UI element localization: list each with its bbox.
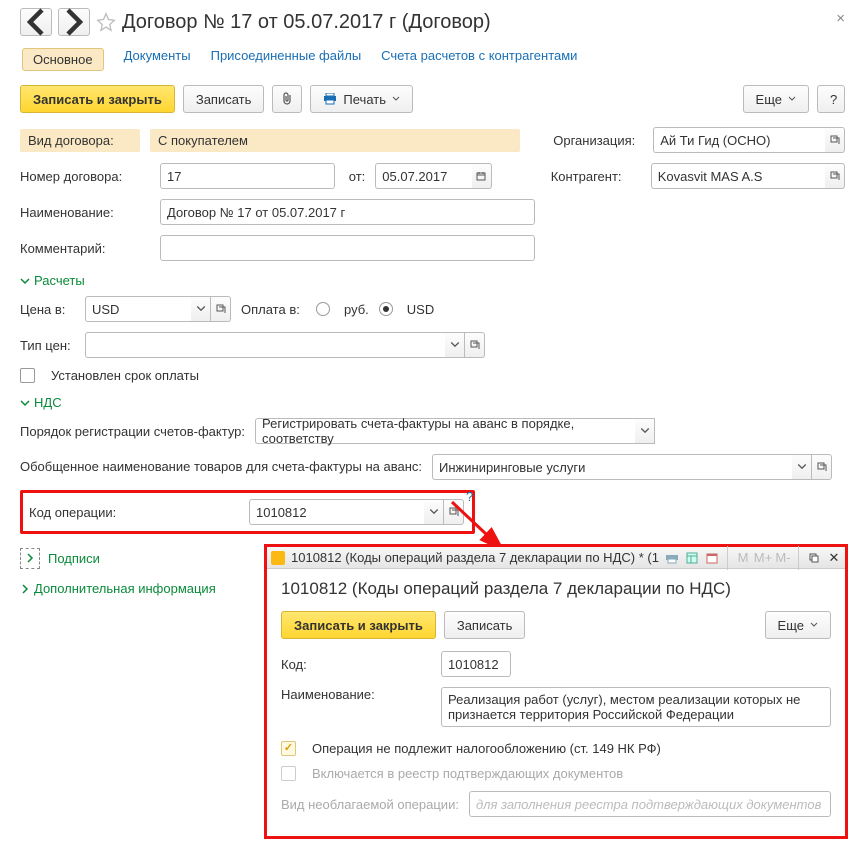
op-ext[interactable] (444, 499, 464, 525)
restore-icon[interactable] (807, 551, 821, 565)
m-minus-button[interactable]: M- (776, 551, 790, 565)
name-input[interactable]: Договор № 17 от 05.07.2017 г (160, 199, 535, 225)
popup-chk2-label: Включается в реестр подтверждающих докум… (312, 766, 623, 781)
print-preview-icon[interactable] (665, 551, 679, 565)
contract-type-value: С покупателем (150, 129, 520, 152)
num-label: Номер договора: (20, 169, 150, 184)
attach-button[interactable] (272, 85, 302, 113)
popup-chk1[interactable] (281, 741, 296, 756)
num-input[interactable]: 17 (160, 163, 335, 189)
deadline-checkbox[interactable] (20, 368, 35, 383)
popup-kind-input: для заполнения реестра подтверждающих до… (469, 791, 831, 817)
calendar-button[interactable] (472, 163, 492, 189)
popup-chk1-label: Операция не подлежит налогообложению (ст… (312, 741, 661, 756)
calendar-icon-tb[interactable] (705, 551, 719, 565)
op-input[interactable]: 1010812 (249, 499, 424, 525)
popup-save-close-button[interactable]: Записать и закрыть (281, 611, 436, 639)
popup-title: 1010812 (Коды операций раздела 7 деклара… (281, 579, 831, 599)
contract-type-label: Вид договора: (20, 129, 140, 152)
section-vat[interactable]: НДС (20, 395, 845, 410)
radio-rub[interactable] (316, 302, 330, 316)
price-label: Цена в: (20, 302, 75, 317)
chevron-down-icon (392, 95, 400, 103)
partner-open-button[interactable] (825, 163, 845, 189)
order-label: Порядок регистрации счетов-фактур: (20, 424, 245, 439)
gen-ext[interactable] (812, 454, 832, 480)
gen-label: Обобщенное наименование товаров для счет… (20, 459, 422, 476)
popup-more-button[interactable]: Еще (765, 611, 831, 639)
forward-button[interactable] (58, 8, 90, 36)
gen-dd[interactable] (792, 454, 812, 480)
help-button[interactable]: ? (817, 85, 845, 113)
order-dd[interactable] (635, 418, 655, 444)
deadline-label: Установлен срок оплаты (51, 368, 199, 383)
popup-code-label: Код: (281, 657, 431, 672)
m-plus-button[interactable]: M+ (756, 551, 770, 565)
m-button[interactable]: M (736, 551, 750, 565)
close-button[interactable]: × (836, 10, 845, 27)
popup-kind-label: Вид необлагаемой операции: (281, 797, 459, 812)
calendar-icon (476, 171, 486, 181)
app-icon (271, 551, 285, 565)
date-label: от: (345, 169, 365, 184)
org-open-button[interactable] (825, 127, 845, 153)
org-label: Организация: (553, 133, 643, 148)
popup-name-input[interactable]: Реализация работ (услуг), местом реализа… (441, 687, 831, 727)
tab-files[interactable]: Присоединенные файлы (211, 48, 362, 71)
price-currency-input[interactable]: USD (85, 296, 191, 322)
comment-label: Комментарий: (20, 241, 150, 256)
org-input[interactable]: Ай Ти Гид (ОСНО) (653, 127, 825, 153)
chevron-down-icon (788, 95, 796, 103)
pricetype-dd[interactable] (445, 332, 465, 358)
partner-input[interactable]: Kovasvit MAS A.S (651, 163, 825, 189)
popup-chk2 (281, 766, 296, 781)
comment-input[interactable] (160, 235, 535, 261)
order-input[interactable]: Регистрировать счета-фактуры на аванс в … (255, 418, 635, 444)
tab-main[interactable]: Основное (22, 48, 104, 71)
tab-documents[interactable]: Документы (124, 48, 191, 71)
section-calc[interactable]: Расчеты (20, 273, 845, 288)
partner-label: Контрагент: (551, 169, 641, 184)
radio-usd[interactable] (379, 302, 393, 316)
name-label: Наименование: (20, 205, 150, 220)
popup-window-title: 1010812 (Коды операций раздела 7 деклара… (291, 550, 659, 565)
popup-code-input[interactable]: 1010812 (441, 651, 511, 677)
more-button[interactable]: Еще (743, 85, 809, 113)
gen-input[interactable]: Инжиниринговые услуги (432, 454, 792, 480)
popup-save-button[interactable]: Записать (444, 611, 526, 639)
chevron-down-icon (810, 621, 818, 629)
popup-close-icon[interactable]: ✕ (827, 551, 841, 565)
pricetype-input[interactable] (85, 332, 445, 358)
price-ext[interactable] (211, 296, 231, 322)
pricetype-label: Тип цен: (20, 338, 75, 353)
price-dd[interactable] (191, 296, 211, 322)
save-button[interactable]: Записать (183, 85, 265, 113)
popup-window: 1010812 (Коды операций раздела 7 деклара… (264, 544, 848, 839)
page-title: Договор № 17 от 05.07.2017 г (Договор) (122, 11, 845, 34)
tab-accounts[interactable]: Счета расчетов с контрагентами (381, 48, 577, 71)
pricetype-ext[interactable] (465, 332, 485, 358)
save-close-button[interactable]: Записать и закрыть (20, 85, 175, 113)
printer-icon (323, 93, 337, 105)
calc-icon[interactable] (685, 551, 699, 565)
op-label: Код операции: (29, 505, 239, 520)
date-input[interactable]: 05.07.2017 (375, 163, 472, 189)
popup-name-label: Наименование: (281, 687, 431, 702)
pay-label: Оплата в: (241, 302, 306, 317)
favorite-star-icon[interactable] (96, 12, 116, 32)
back-button[interactable] (20, 8, 52, 36)
op-dd[interactable] (424, 499, 444, 525)
op-help[interactable]: ? (466, 489, 473, 504)
print-button[interactable]: Печать (310, 85, 413, 113)
